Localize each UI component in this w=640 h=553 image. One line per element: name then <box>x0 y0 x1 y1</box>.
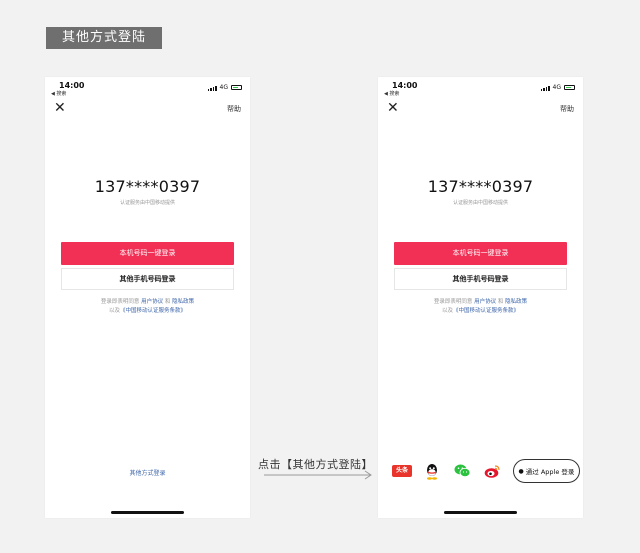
one-click-login-button[interactable]: 本机号码一键登录 <box>394 242 567 265</box>
battery-icon <box>231 85 242 90</box>
phone-screen-after: 14:00 ◀ 搜索 4G ✕ 帮助 137****0397 认证服务由中国移动… <box>378 77 583 518</box>
wechat-icon <box>454 464 470 478</box>
status-indicators: 4G <box>540 84 575 91</box>
agreement-text: 登录即表明同意 用户协议 和 隐私政策 以及《中国移动认证服务条款》 <box>378 298 583 316</box>
home-indicator <box>111 511 184 514</box>
status-time: 14:00 <box>392 81 418 90</box>
agreement-and: 和 <box>497 299 504 305</box>
other-phone-login-button[interactable]: 其他手机号码登录 <box>394 268 567 290</box>
network-label: 4G <box>552 84 561 91</box>
section-title: 其他方式登陆 <box>46 27 162 49</box>
other-login-methods-link[interactable]: 其他方式登录 <box>45 468 250 477</box>
apple-icon: ● <box>518 467 524 475</box>
status-indicators: 4G <box>207 84 242 91</box>
user-agreement-link[interactable]: 用户协议 <box>474 299 496 305</box>
agreement-text: 登录即表明同意 用户协议 和 隐私政策 以及《中国移动认证服务条款》 <box>45 298 250 316</box>
arrow-right-icon <box>264 470 372 480</box>
apple-login-label: 通过 Apple 登录 <box>525 468 575 476</box>
agreement-and: 和 <box>164 299 171 305</box>
signal-icon <box>207 85 217 91</box>
other-phone-login-button[interactable]: 其他手机号码登录 <box>61 268 234 290</box>
close-button[interactable]: ✕ <box>387 101 399 115</box>
weibo-icon <box>484 464 500 478</box>
provider-note: 认证服务由中国移动提供 <box>119 200 175 206</box>
back-to-search-link[interactable]: ◀ 搜索 <box>384 90 399 97</box>
cmcc-terms-link[interactable]: 《中国移动认证服务条款》 <box>453 308 519 314</box>
wechat-login-button[interactable] <box>452 461 472 481</box>
social-login-row: 头条 <box>392 461 512 481</box>
toutiao-login-button[interactable]: 头条 <box>392 461 412 481</box>
phone-screen-before: 14:00 ◀ 搜索 4G ✕ 帮助 137****0397 认证服务由中国移动… <box>45 77 250 518</box>
toutiao-icon: 头条 <box>392 465 412 477</box>
masked-phone-number: 137****0397 <box>94 177 201 196</box>
apple-login-button[interactable]: ● 通过 Apple 登录 <box>513 459 580 483</box>
signal-icon <box>540 85 550 91</box>
help-link[interactable]: 帮助 <box>560 104 574 114</box>
help-link[interactable]: 帮助 <box>227 104 241 114</box>
agreement-prefix: 登录即表明同意 <box>433 299 473 305</box>
home-indicator <box>444 511 517 514</box>
weibo-login-button[interactable] <box>482 461 502 481</box>
agreement-line2-prefix: 以及 <box>441 308 453 314</box>
user-agreement-link[interactable]: 用户协议 <box>141 299 163 305</box>
one-click-login-button[interactable]: 本机号码一键登录 <box>61 242 234 265</box>
qq-login-button[interactable] <box>422 461 442 481</box>
masked-phone-number: 137****0397 <box>427 177 534 196</box>
agreement-prefix: 登录即表明同意 <box>100 299 140 305</box>
canvas: 其他方式登陆 14:00 ◀ 搜索 4G ✕ 帮助 137****0397 认证… <box>0 0 640 553</box>
qq-icon <box>427 463 437 480</box>
network-label: 4G <box>219 84 228 91</box>
back-to-search-link[interactable]: ◀ 搜索 <box>51 90 66 97</box>
agreement-line2-prefix: 以及 <box>108 308 120 314</box>
privacy-policy-link[interactable]: 隐私政策 <box>505 299 527 305</box>
provider-note: 认证服务由中国移动提供 <box>452 200 508 206</box>
privacy-policy-link[interactable]: 隐私政策 <box>172 299 194 305</box>
cmcc-terms-link[interactable]: 《中国移动认证服务条款》 <box>120 308 186 314</box>
close-button[interactable]: ✕ <box>54 101 66 115</box>
battery-icon <box>564 85 575 90</box>
status-time: 14:00 <box>59 81 85 90</box>
